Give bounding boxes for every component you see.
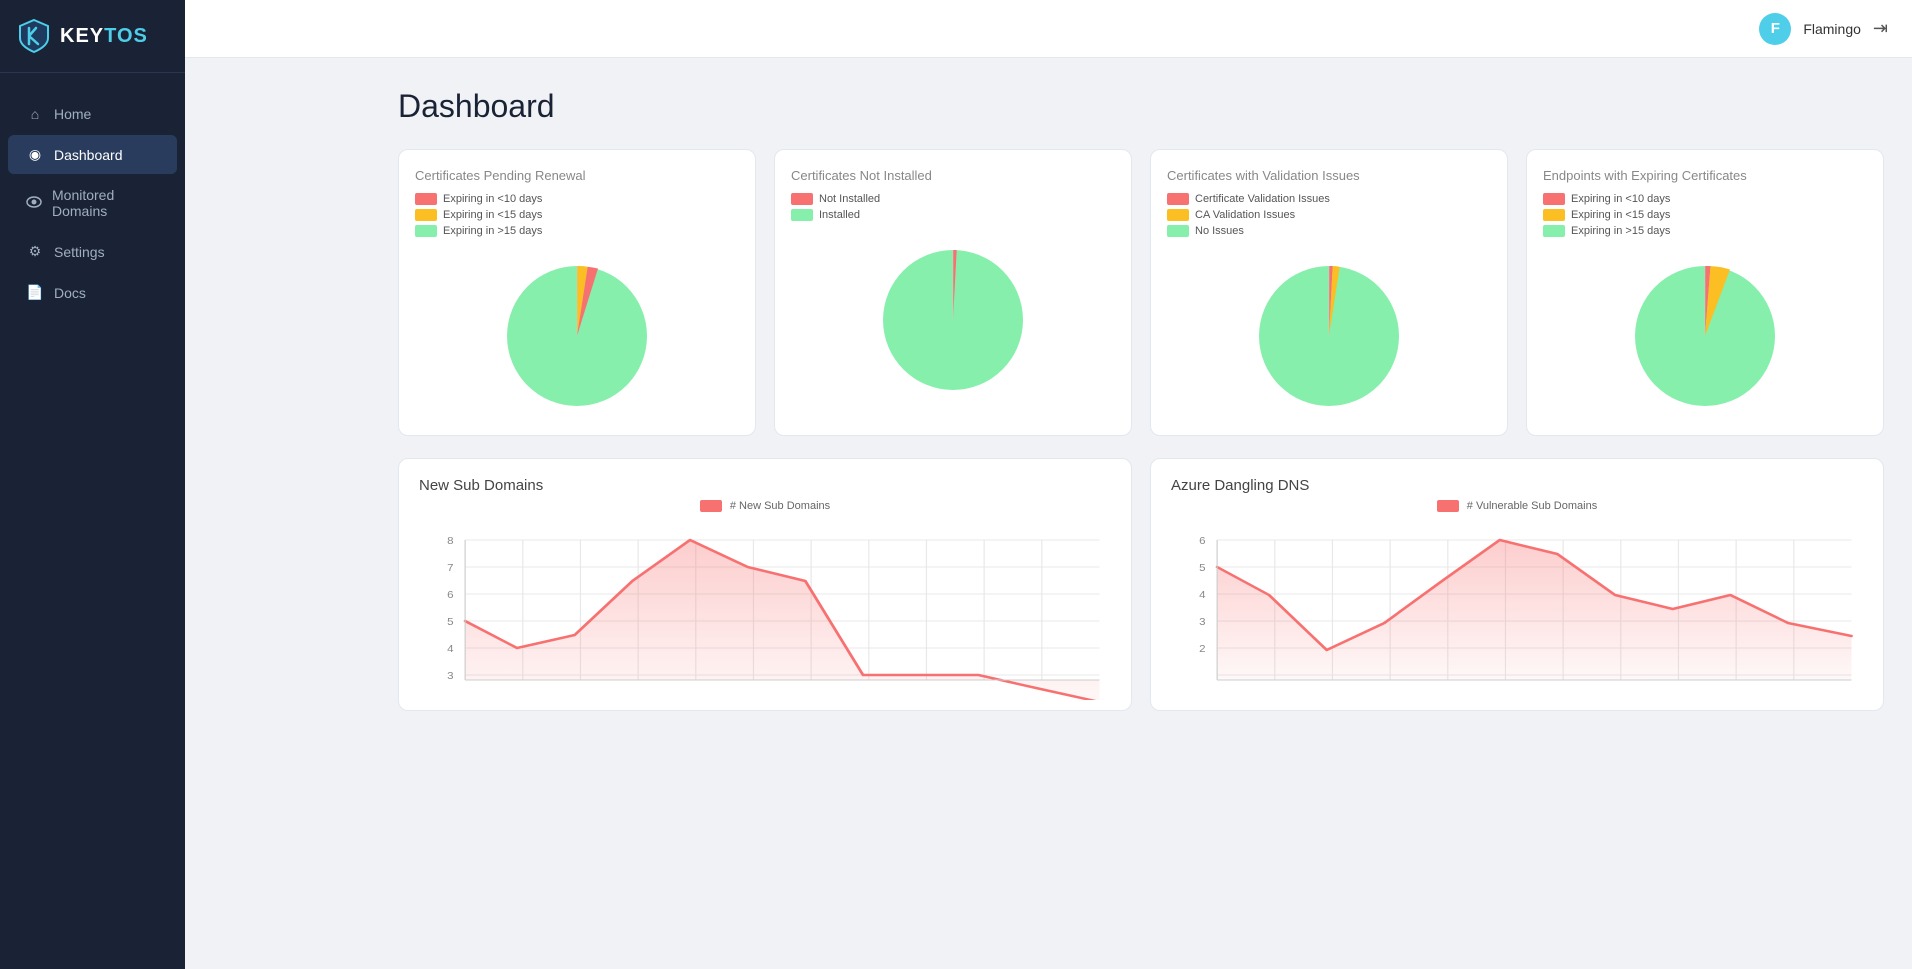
chart-legend-new-subdomains: # New Sub Domains xyxy=(419,500,1111,512)
svg-text:3: 3 xyxy=(447,671,453,682)
card-expiring-endpoints: Endpoints with Expiring Certificates Exp… xyxy=(1526,149,1884,436)
legend-item: No Issues xyxy=(1167,225,1491,237)
card-validation-issues-title: Certificates with Validation Issues xyxy=(1167,168,1491,183)
legend-expiring-endpoints: Expiring in <10 days Expiring in <15 day… xyxy=(1543,193,1867,237)
chart-legend-color xyxy=(700,500,722,512)
pie-chart-1 xyxy=(415,245,739,421)
chart-new-subdomains: New Sub Domains # New Sub Domains xyxy=(398,458,1132,711)
legend-item: Expiring in >15 days xyxy=(1543,225,1867,237)
svg-text:3: 3 xyxy=(1199,617,1205,628)
sidebar-item-settings-label: Settings xyxy=(54,244,105,260)
line-charts-grid: New Sub Domains # New Sub Domains xyxy=(398,458,1884,711)
svg-text:6: 6 xyxy=(1199,536,1205,547)
legend-color xyxy=(791,209,813,221)
legend-label: Expiring in <10 days xyxy=(443,193,542,205)
chart-azure-dangling-dns-title: Azure Dangling DNS xyxy=(1171,477,1863,494)
pie-chart-2 xyxy=(791,229,1115,405)
user-name: Flamingo xyxy=(1803,21,1861,37)
sidebar-item-monitored-domains-label: Monitored Domains xyxy=(52,187,159,219)
legend-item: Expiring in <10 days xyxy=(415,193,739,205)
legend-label: Expiring in >15 days xyxy=(1571,225,1670,237)
pie-chart-4 xyxy=(1543,245,1867,421)
legend-label: Expiring in <10 days xyxy=(1571,193,1670,205)
chart-azure-dangling-dns: Azure Dangling DNS # Vulnerable Sub Doma… xyxy=(1150,458,1884,711)
legend-label: Installed xyxy=(819,209,860,221)
legend-color xyxy=(1167,209,1189,221)
legend-color xyxy=(791,193,813,205)
legend-color xyxy=(1167,225,1189,237)
pie-charts-grid: Certificates Pending Renewal Expiring in… xyxy=(398,149,1884,436)
chart-legend-azure-dangling-dns: # Vulnerable Sub Domains xyxy=(1171,500,1863,512)
sidebar-item-dashboard-label: Dashboard xyxy=(54,147,123,163)
legend-label: CA Validation Issues xyxy=(1195,209,1295,221)
sidebar: KEYTOS ⌂ Home ◉ Dashboard Monitored Doma… xyxy=(0,0,185,969)
home-icon: ⌂ xyxy=(26,106,44,122)
card-pending-renewal-title: Certificates Pending Renewal xyxy=(415,168,739,183)
sidebar-item-home-label: Home xyxy=(54,106,91,122)
nav: ⌂ Home ◉ Dashboard Monitored Domains ⚙ S… xyxy=(0,73,185,969)
legend-color xyxy=(1167,193,1189,205)
svg-text:4: 4 xyxy=(447,644,453,655)
legend-label: Expiring in <15 days xyxy=(1571,209,1670,221)
svg-text:5: 5 xyxy=(1199,563,1205,574)
legend-item: Not Installed xyxy=(791,193,1115,205)
legend-color xyxy=(1543,225,1565,237)
svg-text:4: 4 xyxy=(1199,590,1205,601)
svg-text:2: 2 xyxy=(1199,644,1205,655)
settings-icon: ⚙ xyxy=(26,243,44,260)
sidebar-item-monitored-domains[interactable]: Monitored Domains xyxy=(8,176,177,230)
legend-label: No Issues xyxy=(1195,225,1244,237)
legend-item: Expiring in <15 days xyxy=(1543,209,1867,221)
legend-label: Expiring in >15 days xyxy=(443,225,542,237)
chart-legend-label: # Vulnerable Sub Domains xyxy=(1467,500,1597,512)
eye-icon xyxy=(26,195,42,211)
legend-color xyxy=(415,193,437,205)
dashboard-icon: ◉ xyxy=(26,146,44,163)
legend-label: Certificate Validation Issues xyxy=(1195,193,1330,205)
chart-legend-color xyxy=(1437,500,1459,512)
chart-area-new-subdomains: 8 7 6 5 4 3 xyxy=(419,520,1111,700)
sidebar-item-docs[interactable]: 📄 Docs xyxy=(8,273,177,312)
chart-area-azure-dangling-dns: 6 5 4 3 2 xyxy=(1171,520,1863,700)
avatar: F xyxy=(1759,13,1791,45)
sidebar-item-docs-label: Docs xyxy=(54,285,86,301)
legend-color xyxy=(415,225,437,237)
legend-color xyxy=(1543,209,1565,221)
legend-item: Expiring in <15 days xyxy=(415,209,739,221)
legend-not-installed: Not Installed Installed xyxy=(791,193,1115,221)
card-not-installed: Certificates Not Installed Not Installed… xyxy=(774,149,1132,436)
chart-legend-label: # New Sub Domains xyxy=(730,500,830,512)
card-not-installed-title: Certificates Not Installed xyxy=(791,168,1115,183)
legend-item: Installed xyxy=(791,209,1115,221)
svg-text:6: 6 xyxy=(447,590,453,601)
docs-icon: 📄 xyxy=(26,284,44,301)
legend-label: Not Installed xyxy=(819,193,880,205)
legend-validation-issues: Certificate Validation Issues CA Validat… xyxy=(1167,193,1491,237)
card-pending-renewal: Certificates Pending Renewal Expiring in… xyxy=(398,149,756,436)
legend-item: CA Validation Issues xyxy=(1167,209,1491,221)
legend-item: Certificate Validation Issues xyxy=(1167,193,1491,205)
legend-item: Expiring in <10 days xyxy=(1543,193,1867,205)
legend-color xyxy=(415,209,437,221)
page-title: Dashboard xyxy=(398,88,1884,125)
main-content: Dashboard Certificates Pending Renewal E… xyxy=(370,58,1912,969)
svg-text:8: 8 xyxy=(447,536,453,547)
sidebar-item-dashboard[interactable]: ◉ Dashboard xyxy=(8,135,177,174)
sidebar-item-home[interactable]: ⌂ Home xyxy=(8,95,177,133)
legend-item: Expiring in >15 days xyxy=(415,225,739,237)
logo-text: KEYTOS xyxy=(60,25,148,48)
chart-new-subdomains-title: New Sub Domains xyxy=(419,477,1111,494)
svg-text:5: 5 xyxy=(447,617,453,628)
legend-label: Expiring in <15 days xyxy=(443,209,542,221)
sidebar-item-settings[interactable]: ⚙ Settings xyxy=(8,232,177,271)
card-expiring-endpoints-title: Endpoints with Expiring Certificates xyxy=(1543,168,1867,183)
logout-button[interactable]: ⇥ xyxy=(1873,18,1888,39)
card-validation-issues: Certificates with Validation Issues Cert… xyxy=(1150,149,1508,436)
legend-color xyxy=(1543,193,1565,205)
legend-pending-renewal: Expiring in <10 days Expiring in <15 day… xyxy=(415,193,739,237)
logo: KEYTOS xyxy=(0,0,185,73)
svg-text:7: 7 xyxy=(447,563,453,574)
topbar: F Flamingo ⇥ xyxy=(185,0,1912,58)
pie-chart-3 xyxy=(1167,245,1491,421)
